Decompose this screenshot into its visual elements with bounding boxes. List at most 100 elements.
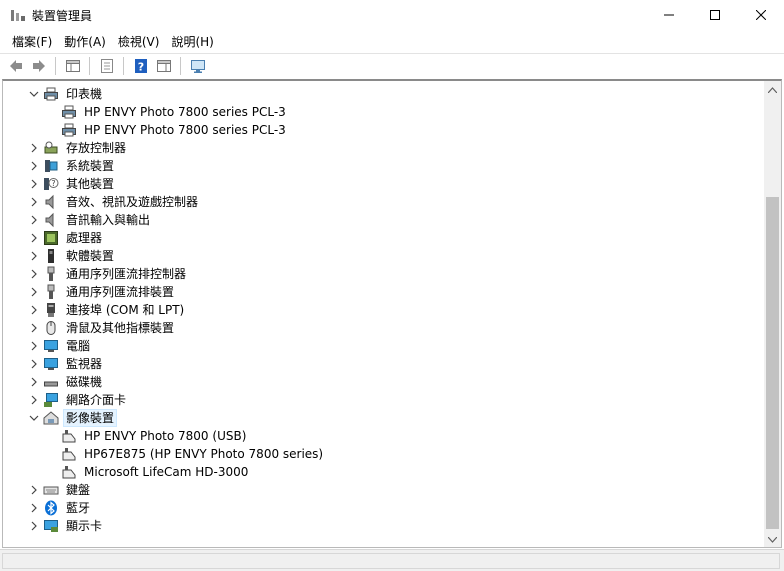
chevron-right-icon[interactable] (27, 337, 41, 355)
device-tree-pane: 印表機 HP ENVY Photo 7800 series PCL-3 HP E… (2, 79, 782, 548)
chevron-right-icon[interactable] (27, 193, 41, 211)
system-device-icon (43, 158, 59, 174)
properties-button[interactable] (95, 55, 118, 77)
display-adapter-icon (43, 518, 59, 534)
tree-node-label: HP67E875 (HP ENVY Photo 7800 series) (84, 447, 324, 461)
tree-node-sound-video-game-controllers[interactable]: 音效、視訊及遊戲控制器 (27, 193, 200, 211)
status-bar (0, 549, 784, 571)
keyboard-icon (43, 482, 59, 498)
tree-node-computer[interactable]: 電腦 (27, 337, 92, 355)
chevron-right-icon[interactable] (27, 481, 41, 499)
tree-node-label: 存放控制器 (66, 141, 127, 155)
help-button[interactable]: ? (129, 55, 152, 77)
tree-node-software-devices[interactable]: 軟體裝置 (27, 247, 116, 265)
tree-node-printer-device[interactable]: HP ENVY Photo 7800 series PCL-3 (61, 121, 288, 139)
speaker-icon (43, 194, 59, 210)
tree-node-mice[interactable]: 滑鼠及其他指標裝置 (27, 319, 176, 337)
action-pane-button[interactable] (152, 55, 175, 77)
toolbar-separator (89, 57, 90, 75)
menu-view[interactable]: 檢視(V) (112, 31, 166, 52)
chevron-right-icon[interactable] (27, 175, 41, 193)
tree-node-imaging-device[interactable]: HP ENVY Photo 7800 (USB) (61, 427, 248, 445)
scroll-up-button[interactable] (764, 81, 781, 98)
tree-node-storage-controllers[interactable]: 存放控制器 (27, 139, 128, 157)
tree-node-ports[interactable]: 連接埠 (COM 和 LPT) (27, 301, 186, 319)
bluetooth-icon (43, 500, 59, 516)
chevron-right-icon[interactable] (27, 355, 41, 373)
minimize-button[interactable] (646, 0, 692, 30)
tree-node-bluetooth[interactable]: 藍牙 (27, 499, 92, 517)
forward-arrow-icon (32, 60, 45, 72)
chevron-right-icon[interactable] (27, 211, 41, 229)
tree-node-disk-drives[interactable]: 磁碟機 (27, 373, 104, 391)
tree-node-processors[interactable]: 處理器 (27, 229, 104, 247)
scroll-down-button[interactable] (764, 531, 781, 547)
tree-node-system-devices[interactable]: 系統裝置 (27, 157, 116, 175)
tree-node-audio-inputs-outputs[interactable]: 音訊輸入與輸出 (27, 211, 152, 229)
tree-node-label: 處理器 (66, 231, 103, 245)
close-button[interactable] (738, 0, 784, 30)
chevron-down-icon[interactable] (27, 409, 41, 427)
tree-node-usb-controllers[interactable]: 通用序列匯流排控制器 (27, 265, 188, 283)
menu-bar: 檔案(F) 動作(A) 檢視(V) 說明(H) (0, 30, 784, 52)
back-arrow-icon (9, 60, 22, 72)
chevron-down-icon[interactable] (27, 85, 41, 103)
tree-node-imaging-devices[interactable]: 影像裝置 (27, 409, 118, 427)
printer-icon (61, 122, 77, 138)
chevron-right-icon[interactable] (27, 319, 41, 337)
chevron-right-icon[interactable] (27, 499, 41, 517)
tree-node-label: 音效、視訊及遊戲控制器 (66, 195, 199, 209)
menu-action[interactable]: 動作(A) (58, 31, 112, 52)
chevron-right-icon[interactable] (27, 391, 41, 409)
chevron-right-icon[interactable] (27, 517, 41, 535)
chevron-right-icon[interactable] (27, 373, 41, 391)
scanner-icon (61, 428, 77, 444)
usb-icon (43, 266, 59, 282)
tree-node-imaging-device[interactable]: Microsoft LifeCam HD-3000 (61, 463, 250, 481)
tree-node-label: 其他裝置 (66, 177, 115, 191)
tree-node-network-adapters[interactable]: 網路介面卡 (27, 391, 128, 409)
tree-node-other-devices[interactable]: ? 其他裝置 (27, 175, 116, 193)
vertical-scrollbar[interactable] (764, 81, 781, 547)
tree-node-printers[interactable]: 印表機 (27, 85, 104, 103)
console-tree-button[interactable] (61, 55, 84, 77)
scan-hardware-button[interactable] (186, 55, 209, 77)
tree-node-label: 軟體裝置 (66, 249, 115, 263)
device-manager-icon (11, 10, 25, 21)
chevron-right-icon[interactable] (27, 247, 41, 265)
back-button[interactable] (4, 55, 27, 77)
show-hide-console-tree-icon (65, 60, 80, 72)
chevron-right-icon[interactable] (27, 265, 41, 283)
processor-icon (43, 230, 59, 246)
chevron-right-icon[interactable] (27, 229, 41, 247)
tree-node-label: HP ENVY Photo 7800 (USB) (84, 429, 247, 443)
tree-node-label: 監視器 (66, 357, 103, 371)
scroll-thumb[interactable] (766, 197, 779, 529)
menu-help[interactable]: 說明(H) (165, 31, 219, 52)
tree-node-label: 顯示卡 (66, 519, 103, 533)
menu-file[interactable]: 檔案(F) (6, 31, 58, 52)
tree-node-label: 電腦 (66, 339, 91, 353)
chevron-right-icon[interactable] (27, 139, 41, 157)
tree-node-monitors[interactable]: 監視器 (27, 355, 104, 373)
tree-node-printer-device[interactable]: HP ENVY Photo 7800 series PCL-3 (61, 103, 288, 121)
tree-node-display-adapters[interactable]: 顯示卡 (27, 517, 104, 535)
tree-node-label: 音訊輸入與輸出 (66, 213, 151, 227)
maximize-button[interactable] (692, 0, 738, 30)
chevron-right-icon[interactable] (27, 157, 41, 175)
svg-text:?: ? (137, 61, 143, 74)
tree-node-label: 影像裝置 (62, 409, 118, 427)
tree-node-label: 藍牙 (66, 501, 91, 515)
tree-node-usb-devices[interactable]: 通用序列匯流排裝置 (27, 283, 176, 301)
scroll-down-arrow-icon (768, 536, 777, 543)
chevron-right-icon[interactable] (27, 283, 41, 301)
chevron-right-icon[interactable] (27, 301, 41, 319)
help-icon: ? (134, 59, 147, 74)
unknown-device-icon: ? (43, 176, 59, 192)
toolbar-separator (55, 57, 56, 75)
tree-node-keyboards[interactable]: 鍵盤 (27, 481, 92, 499)
maximize-icon (710, 10, 720, 20)
forward-button[interactable] (27, 55, 50, 77)
tree-node-imaging-device[interactable]: HP67E875 (HP ENVY Photo 7800 series) (61, 445, 325, 463)
printer-icon (61, 104, 77, 120)
